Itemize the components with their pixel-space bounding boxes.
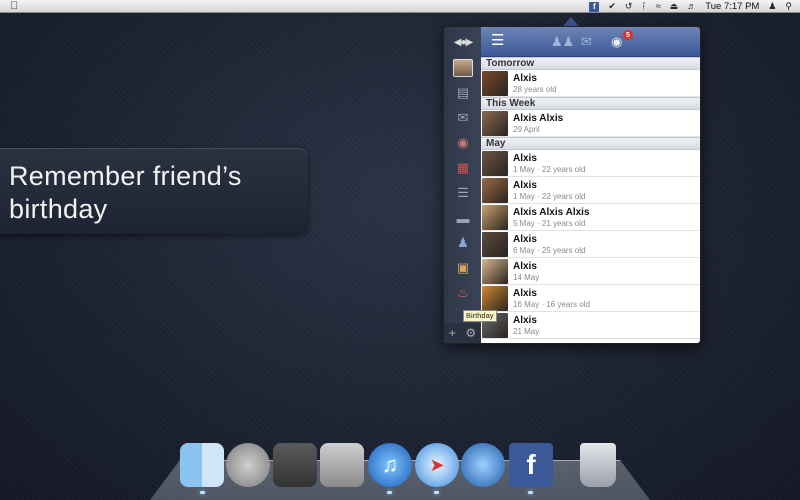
birthday-cake-icon[interactable]: ♨ [453, 284, 473, 302]
facebook-popover: ◀●▶ ▤ ✉ ◉ ▦ ☰ ▬ ♟ ▣ ♨ + ⚙ ☰ ♟♟ ✉ ◉ 5 Tom… [443, 26, 701, 344]
birthday-detail: 21 May [513, 327, 540, 336]
facebook-menu-icon[interactable]: f [589, 1, 600, 12]
volume-icon[interactable]: ♬ [687, 0, 696, 13]
birthday-tooltip: Birthday [463, 310, 497, 322]
birthday-row[interactable]: Alxis 16 May · 16 years old [481, 285, 700, 312]
birthday-row[interactable]: Alxis 1 May · 22 years old [481, 177, 700, 204]
birthday-row[interactable]: Alxis 14 May [481, 258, 700, 285]
notifications-globe-icon[interactable]: ◉ [611, 34, 622, 49]
profile-avatar[interactable] [453, 59, 473, 77]
birthday-row[interactable]: Alxis 21 May [481, 312, 700, 339]
menu-icon[interactable]: ☰ [491, 33, 504, 49]
facebook-app-icon[interactable]: f [509, 443, 553, 487]
running-indicator [434, 491, 439, 494]
section-header: Tomorrow [481, 57, 700, 70]
time-machine-icon[interactable]: ↺ [625, 0, 633, 13]
birthday-row[interactable]: Alxis 28 years old [481, 70, 700, 97]
add-icon[interactable]: + [449, 326, 456, 340]
friend-avatar [482, 111, 508, 136]
friend-name: Alxis [513, 261, 537, 272]
safari-icon[interactable]: ➤ [415, 443, 459, 487]
feature-caption: Remember friend’s birthday [0, 148, 308, 234]
friend-name: Alxis [513, 234, 537, 245]
birthday-detail: 6 May · 25 years old [513, 246, 586, 255]
birthday-detail: 28 years old [513, 85, 557, 94]
friend-name: Alxis [513, 315, 537, 326]
system-preferences-icon[interactable] [320, 443, 364, 487]
friend-name: Alxis [513, 153, 537, 164]
news-feed-icon[interactable]: ▤ [453, 84, 473, 102]
birthday-detail: 5 May · 21 years old [513, 219, 586, 228]
birthday-detail: 29 April [513, 125, 540, 134]
eject-icon[interactable]: ⏏ [670, 0, 679, 13]
menu-bar:  f ✔ ↺ ᛛ ≈ ⏏ ♬ Tue 7:17 PM ♟ ⚲ [0, 0, 800, 13]
birthday-row[interactable]: Alxis Alxis Alxis 5 May · 21 years old [481, 204, 700, 231]
friend-avatar [482, 259, 508, 284]
birthday-row[interactable]: Alxis Alxis 29 April [481, 110, 700, 137]
friend-name: Alxis [513, 73, 537, 84]
birthday-detail: 16 May · 16 years old [513, 300, 590, 309]
birthday-row[interactable]: Alxis 1 May · 22 years old [481, 150, 700, 177]
messages-tab-icon[interactable]: ✉ [581, 34, 592, 49]
check-circle-icon[interactable]: ✔ [608, 0, 616, 13]
friend-avatar [482, 178, 508, 203]
photo-browser-icon[interactable] [273, 443, 317, 487]
popover-arrow [563, 17, 579, 26]
nav-arrows-icon[interactable]: ◀●▶ [449, 33, 477, 51]
friend-name: Alxis Alxis Alxis [513, 207, 590, 218]
birthday-detail: 1 May · 22 years old [513, 165, 586, 174]
apple-menu-icon[interactable]:  [10, 0, 18, 13]
bluetooth-icon[interactable]: ᛛ [641, 0, 646, 13]
friend-avatar [482, 232, 508, 257]
birthday-detail: 14 May [513, 273, 540, 282]
itunes-icon[interactable]: ♫ [368, 443, 412, 487]
running-indicator [387, 491, 392, 494]
spotlight-icon[interactable]: ⚲ [785, 0, 792, 13]
section-header: This Week [481, 97, 700, 110]
friend-avatar [482, 151, 508, 176]
finder-icon[interactable] [180, 443, 224, 487]
settings-icon[interactable]: ⚙ [465, 326, 476, 340]
friend-avatar [482, 286, 508, 311]
caption-line-2: birthday [9, 194, 108, 224]
friend-name: Alxis Alxis [513, 113, 564, 124]
launchpad-icon[interactable] [226, 443, 270, 487]
friend-name: Alxis [513, 288, 537, 299]
friend-avatar [482, 71, 508, 96]
running-indicator [528, 491, 533, 494]
friend-name: Alxis [513, 180, 537, 191]
running-indicator [200, 491, 205, 494]
quicktime-icon[interactable] [461, 443, 505, 487]
birthday-detail: 1 May · 22 years old [513, 192, 586, 201]
events-icon[interactable]: ☰ [453, 184, 473, 202]
messages-icon[interactable]: ✉ [453, 109, 473, 127]
sidebar-bottom-bar: + ⚙ [444, 323, 481, 343]
wifi-icon[interactable]: ≈ [656, 0, 661, 13]
panel-topbar: ☰ ♟♟ ✉ ◉ 5 [481, 27, 700, 57]
friends-icon[interactable]: ♟ [453, 234, 473, 252]
photos-icon[interactable]: ▣ [453, 259, 473, 277]
calendar-icon[interactable]: ▦ [453, 159, 473, 177]
caption-line-1: Remember friend’s [9, 161, 242, 191]
trash-icon[interactable] [580, 443, 616, 487]
menu-clock[interactable]: Tue 7:17 PM [705, 1, 759, 12]
status-menu: f ✔ ↺ ᛛ ≈ ⏏ ♬ Tue 7:17 PM ♟ ⚲ [589, 0, 792, 13]
section-header: May [481, 137, 700, 150]
friends-tab-icon[interactable]: ♟♟ [551, 34, 574, 49]
birthday-list[interactable]: Tomorrow Alxis 28 years old This Week Alxis … [481, 57, 700, 343]
user-icon[interactable]: ♟ [768, 0, 776, 13]
places-icon[interactable]: ◉ [453, 134, 473, 152]
panel-sidebar: ◀●▶ ▤ ✉ ◉ ▦ ☰ ▬ ♟ ▣ ♨ + ⚙ [444, 27, 481, 343]
friend-avatar [482, 205, 508, 230]
notifications-badge: 5 [623, 30, 633, 40]
notes-icon[interactable]: ▬ [453, 209, 473, 227]
birthday-row[interactable]: Alxis 6 May · 25 years old [481, 231, 700, 258]
